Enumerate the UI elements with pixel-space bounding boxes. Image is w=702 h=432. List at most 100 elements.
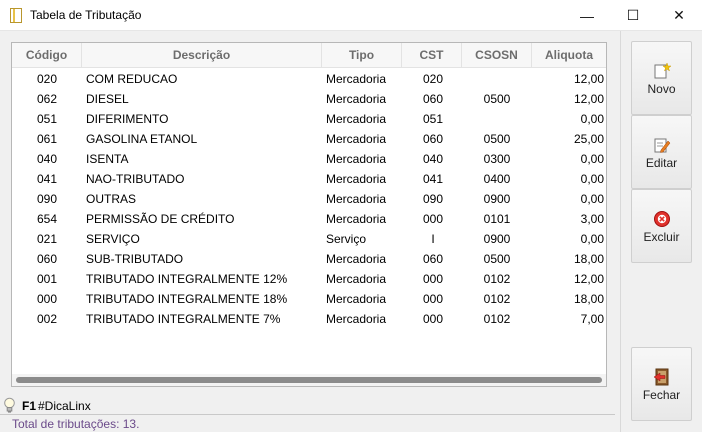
cell-descricao: TRIBUTADO INTEGRALMENTE 7% — [86, 312, 281, 326]
cell-tipo: Mercadoria — [326, 192, 387, 206]
window-title: Tabela de Tributação — [30, 8, 142, 22]
cell-codigo: 060 — [36, 252, 58, 266]
editar-button[interactable]: Editar — [631, 115, 692, 189]
column-header-tipo[interactable]: Tipo — [322, 43, 402, 68]
cell-tipo: Mercadoria — [326, 212, 387, 226]
cell-codigo: 062 — [36, 92, 58, 106]
table-row[interactable]: 090 OUTRAS Mercadoria 090 0900 0,00 — [12, 189, 606, 209]
cell-aliquota: 0,00 — [580, 192, 604, 206]
maximize-icon: ☐ — [626, 7, 640, 23]
action-panel: Novo Editar Excluir Fechar — [620, 31, 702, 432]
column-header-descricao[interactable]: Descrição — [82, 43, 322, 68]
column-header-csosn[interactable]: CSOSN — [462, 43, 532, 68]
cell-tipo: Mercadoria — [326, 92, 387, 106]
novo-label: Novo — [647, 82, 676, 96]
tip-shortcut-key: F1 — [22, 399, 37, 413]
cell-tipo: Mercadoria — [326, 292, 387, 306]
close-icon: ✕ — [673, 7, 685, 23]
cell-csosn: 0500 — [483, 92, 511, 106]
table-row[interactable]: 021 SERVIÇO Serviço I 0900 0,00 — [12, 229, 606, 249]
cell-aliquota: 0,00 — [580, 232, 604, 246]
table-row[interactable]: 020 COM REDUCAO Mercadoria 020 12,00 — [12, 69, 606, 89]
cell-aliquota: 18,00 — [573, 252, 604, 266]
title-bar: Tabela de Tributação — ☐ ✕ — [0, 0, 702, 31]
cell-cst: 090 — [422, 192, 444, 206]
cell-codigo: 001 — [36, 272, 58, 286]
cell-codigo: 061 — [36, 132, 58, 146]
cell-descricao: DIFERIMENTO — [86, 112, 169, 126]
cell-descricao: TRIBUTADO INTEGRALMENTE 18% — [86, 292, 288, 306]
cell-aliquota: 7,00 — [580, 312, 604, 326]
cell-codigo: 040 — [36, 152, 58, 166]
table-row[interactable]: 051 DIFERIMENTO Mercadoria 051 0,00 — [12, 109, 606, 129]
cell-tipo: Serviço — [326, 232, 367, 246]
cell-tipo: Mercadoria — [326, 252, 387, 266]
minimize-button[interactable]: — — [564, 0, 610, 31]
cell-tipo: Mercadoria — [326, 112, 387, 126]
cell-tipo: Mercadoria — [326, 72, 387, 86]
cell-cst: 060 — [422, 92, 444, 106]
column-header-aliquota[interactable]: Aliquota — [532, 43, 606, 68]
document-icon — [10, 8, 22, 23]
cell-aliquota: 0,00 — [580, 172, 604, 186]
cell-descricao: GASOLINA ETANOL — [86, 132, 198, 146]
cell-csosn: 0102 — [483, 292, 511, 306]
status-total-text: Total de tributações: 13. — [12, 417, 140, 431]
vertical-scrollbar[interactable] — [606, 68, 607, 386]
close-button[interactable]: ✕ — [656, 0, 702, 31]
cell-descricao: NAO-TRIBUTADO — [86, 172, 185, 186]
cell-tipo: Mercadoria — [326, 132, 387, 146]
tip-text: #DicaLinx — [38, 399, 91, 413]
table-row[interactable]: 654 PERMISSÃO DE CRÉDITO Mercadoria 000 0101… — [12, 209, 606, 229]
grid-header: Código Descrição Tipo CST CSOSN Aliquota — [12, 43, 606, 68]
table-row[interactable]: 062 DIESEL Mercadoria 060 0500 12,00 — [12, 89, 606, 109]
cell-tipo: Mercadoria — [326, 172, 387, 186]
cell-codigo: 654 — [36, 212, 58, 226]
cell-cst: 000 — [422, 292, 444, 306]
cell-codigo: 051 — [36, 112, 58, 126]
cell-csosn: 0102 — [483, 272, 511, 286]
fechar-button[interactable]: Fechar — [631, 347, 692, 421]
cell-csosn: 0400 — [483, 172, 511, 186]
novo-button[interactable]: Novo — [631, 41, 692, 115]
edit-document-icon — [654, 138, 671, 153]
cell-csosn — [464, 69, 530, 89]
table-row[interactable]: 061 GASOLINA ETANOL Mercadoria 060 0500 25,00 — [12, 129, 606, 149]
maximize-button[interactable]: ☐ — [610, 0, 656, 31]
table-row[interactable]: 040 ISENTA Mercadoria 040 0300 0,00 — [12, 149, 606, 169]
status-bar: Total de tributações: 13. — [0, 414, 615, 432]
cell-aliquota: 18,00 — [573, 292, 604, 306]
new-document-icon — [654, 62, 671, 79]
column-header-codigo[interactable]: Código — [12, 43, 82, 68]
cell-aliquota: 12,00 — [573, 272, 604, 286]
excluir-button[interactable]: Excluir — [631, 189, 692, 263]
cell-codigo: 090 — [36, 192, 58, 206]
cell-aliquota: 12,00 — [573, 92, 604, 106]
exit-door-icon — [653, 368, 669, 386]
table-row[interactable]: 060 SUB-TRIBUTADO Mercadoria 060 0500 18,00 — [12, 249, 606, 269]
cell-csosn: 0900 — [483, 192, 511, 206]
lightbulb-icon — [4, 397, 15, 413]
cell-cst: 051 — [422, 112, 444, 126]
cell-cst: 060 — [422, 252, 444, 266]
cell-codigo: 002 — [36, 312, 58, 326]
cell-descricao: SUB-TRIBUTADO — [86, 252, 184, 266]
column-header-cst[interactable]: CST — [402, 43, 462, 68]
cell-descricao: DIESEL — [86, 92, 129, 106]
cell-cst: 020 — [422, 72, 444, 86]
cell-cst: 040 — [422, 152, 444, 166]
table-row[interactable]: 001 TRIBUTADO INTEGRALMENTE 12% Mercadoria… — [12, 269, 606, 289]
cell-descricao: COM REDUCAO — [86, 72, 178, 86]
cell-cst: 000 — [422, 272, 444, 286]
table-row[interactable]: 000 TRIBUTADO INTEGRALMENTE 18% Mercadoria… — [12, 289, 606, 309]
excluir-label: Excluir — [643, 230, 680, 244]
cell-tipo: Mercadoria — [326, 312, 387, 326]
tributacao-grid[interactable]: Código Descrição Tipo CST CSOSN Aliquota… — [11, 42, 607, 387]
table-row[interactable]: 002 TRIBUTADO INTEGRALMENTE 7% Mercadoria 0… — [12, 309, 606, 329]
cell-aliquota: 0,00 — [580, 112, 604, 126]
table-row[interactable]: 041 NAO-TRIBUTADO Mercadoria 041 0400 0,00 — [12, 169, 606, 189]
cell-cst: I — [431, 232, 435, 246]
editar-label: Editar — [645, 156, 678, 170]
horizontal-scroll-thumb[interactable] — [16, 377, 602, 383]
horizontal-scrollbar[interactable] — [12, 374, 606, 386]
